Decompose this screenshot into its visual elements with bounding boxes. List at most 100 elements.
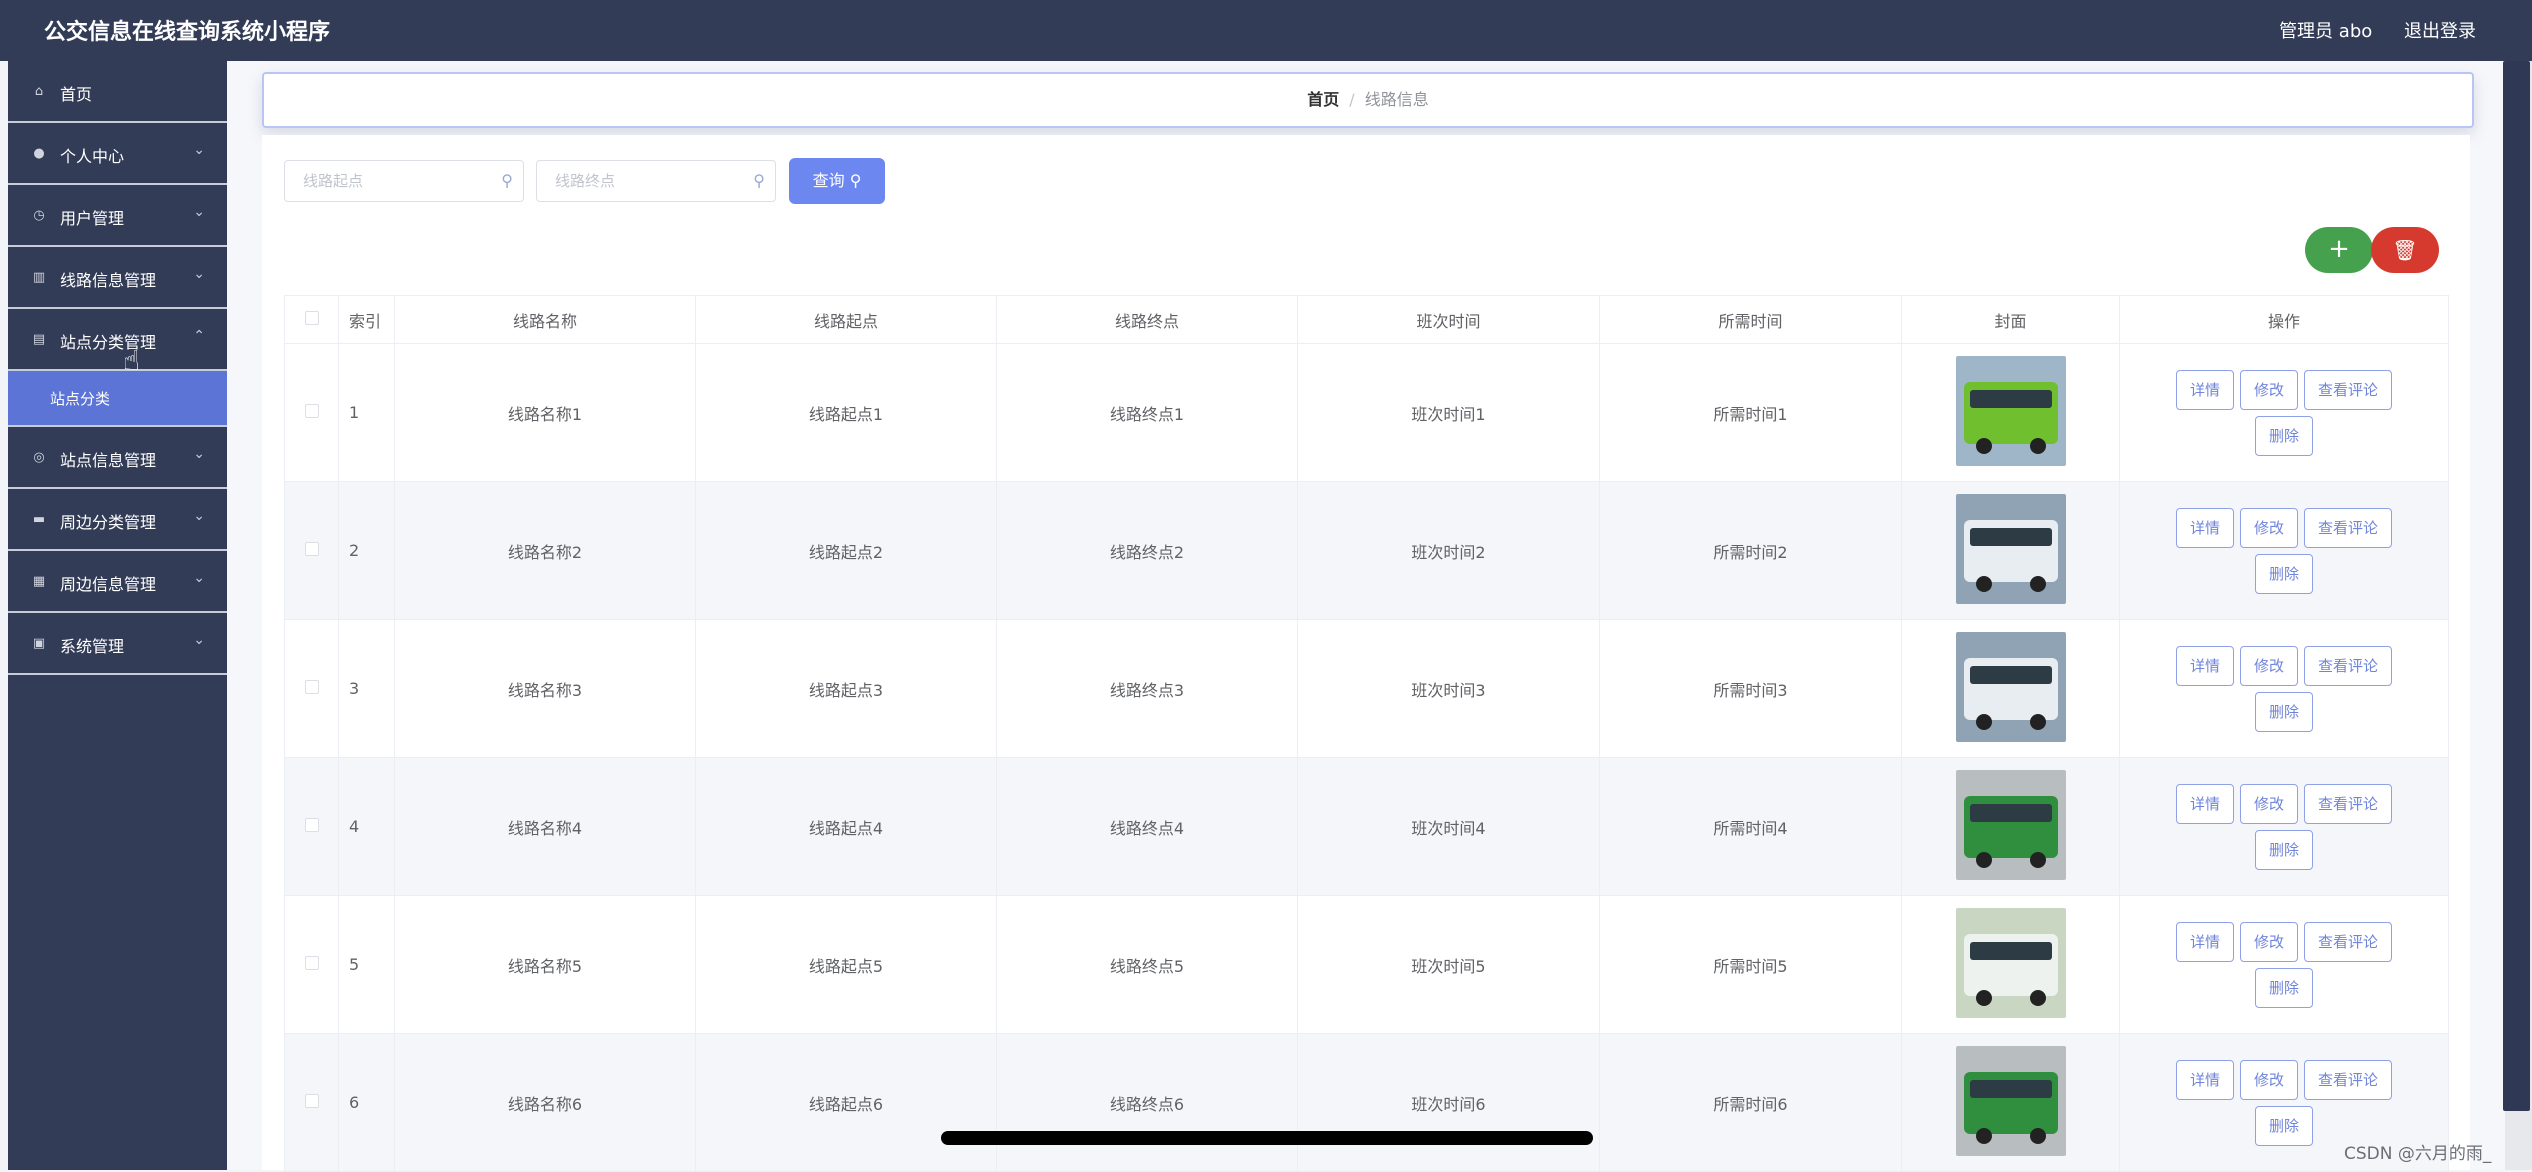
chevron-down-icon: ⌄ — [193, 266, 205, 282]
detail-button[interactable]: 详情 — [2175, 921, 2234, 962]
row-checkbox[interactable] — [284, 343, 339, 482]
cell-route-name: 线路名称6 — [394, 1033, 696, 1172]
route-start-search[interactable]: ⚲ — [284, 160, 524, 202]
user-icon: ● — [33, 146, 45, 161]
cell-route-end: 线路终点1 — [996, 343, 1298, 482]
cell-index: 4 — [338, 757, 395, 896]
cell-actions: 详情 修改 查看评论删除 — [2119, 895, 2449, 1034]
cell-actions: 详情 修改 查看评论删除 — [2119, 757, 2449, 896]
box-icon: ▬ — [32, 512, 46, 527]
cell-schedule: 班次时间3 — [1297, 619, 1600, 758]
cell-schedule: 班次时间4 — [1297, 757, 1600, 896]
sidebar-item-label: 周边分类管理 — [60, 513, 157, 532]
cell-route-name: 线路名称2 — [394, 481, 696, 620]
sidebar-item-nearby-info-management[interactable]: ▦ 周边信息管理 ⌄ — [8, 551, 227, 613]
sidebar-item-route-management[interactable]: ▥ 线路信息管理 ⌄ — [8, 247, 227, 309]
scrollbar-thumb[interactable] — [2503, 61, 2530, 1111]
bus-cover-image — [1955, 631, 2066, 742]
delete-button[interactable]: 删除 — [2254, 691, 2313, 732]
delete-button[interactable]: 删除 — [2254, 1105, 2313, 1146]
route-start-input[interactable] — [301, 161, 505, 201]
top-bar: 公交信息在线查询系统小程序 管理员 abo 退出登录 — [0, 0, 2532, 61]
table-row: 4 线路名称4 线路起点4 线路终点4 班次时间4 所需时间4 详情 修改 查看评论删除 — [284, 757, 2449, 896]
edit-button[interactable]: 修改 — [2239, 921, 2298, 962]
cell-route-end: 线路终点6 — [996, 1033, 1298, 1172]
sidebar-item-stop-info-management[interactable]: ◎ 站点信息管理 ⌄ — [8, 427, 227, 489]
batch-delete-button[interactable]: 🗑 — [2371, 227, 2439, 273]
edit-button[interactable]: 修改 — [2239, 369, 2298, 410]
row-checkbox[interactable] — [284, 895, 339, 1034]
detail-button[interactable]: 详情 — [2175, 645, 2234, 686]
sidebar-item-user-management[interactable]: ◷ 用户管理 ⌄ — [8, 185, 227, 247]
edit-button[interactable]: 修改 — [2239, 1059, 2298, 1100]
cell-schedule: 班次时间5 — [1297, 895, 1600, 1034]
route-end-input[interactable] — [553, 161, 757, 201]
row-checkbox[interactable] — [284, 481, 339, 620]
cell-index: 3 — [338, 619, 395, 758]
cell-route-name: 线路名称3 — [394, 619, 696, 758]
delete-button[interactable]: 删除 — [2254, 415, 2313, 456]
bus-cover-image — [1955, 355, 2066, 466]
row-checkbox[interactable] — [284, 757, 339, 896]
sidebar-item-personal-center[interactable]: ● 个人中心 ⌄ — [8, 123, 227, 185]
cell-duration: 所需时间6 — [1599, 1033, 1902, 1172]
chevron-down-icon: ⌄ — [193, 632, 205, 648]
delete-button[interactable]: 删除 — [2254, 967, 2313, 1008]
route-end-search[interactable]: ⚲ — [536, 160, 776, 202]
table-row: 5 线路名称5 线路起点5 线路终点5 班次时间5 所需时间5 详情 修改 查看评论删除 — [284, 895, 2449, 1034]
breadcrumb-current: 线路信息 — [1364, 90, 1429, 109]
row-checkbox[interactable] — [284, 1033, 339, 1172]
cell-index: 2 — [338, 481, 395, 620]
view-comments-button[interactable]: 查看评论 — [2304, 1059, 2393, 1100]
cell-duration: 所需时间5 — [1599, 895, 1902, 1034]
logout-link[interactable]: 退出登录 — [2404, 21, 2476, 42]
cell-cover — [1901, 895, 2120, 1034]
select-all-checkbox[interactable] — [284, 295, 339, 344]
row-checkbox[interactable] — [284, 619, 339, 758]
cell-actions: 详情 修改 查看评论删除 — [2119, 481, 2449, 620]
detail-button[interactable]: 详情 — [2175, 369, 2234, 410]
view-comments-button[interactable]: 查看评论 — [2304, 507, 2393, 548]
sidebar-item-system-management[interactable]: ▣ 系统管理 ⌄ — [8, 613, 227, 675]
top-right-area: 管理员 abo 退出登录 — [2253, 17, 2476, 43]
search-icon: ⚲ — [753, 171, 765, 190]
detail-button[interactable]: 详情 — [2175, 783, 2234, 824]
view-comments-button[interactable]: 查看评论 — [2304, 369, 2393, 410]
edit-button[interactable]: 修改 — [2239, 783, 2298, 824]
view-comments-button[interactable]: 查看评论 — [2304, 645, 2393, 686]
breadcrumb-home[interactable]: 首页 — [1307, 90, 1339, 109]
sidebar-item-label: 站点分类管理 — [60, 333, 157, 352]
header-cover: 封面 — [1901, 295, 2120, 344]
cell-cover — [1901, 757, 2120, 896]
delete-button[interactable]: 删除 — [2254, 829, 2313, 870]
header-actions: 操作 — [2119, 295, 2449, 344]
cell-actions: 详情 修改 查看评论删除 — [2119, 619, 2449, 758]
settings-icon: ▣ — [32, 636, 46, 651]
table-header-row: 索引 线路名称 线路起点 线路终点 班次时间 所需时间 封面 操作 — [284, 295, 2449, 344]
chevron-down-icon: ⌄ — [193, 508, 205, 524]
query-button[interactable]: 查询 ⚲ — [789, 158, 885, 204]
bus-cover-image — [1955, 769, 2066, 880]
view-comments-button[interactable]: 查看评论 — [2304, 783, 2393, 824]
submenu-item-stop-category[interactable]: 站点分类 — [8, 371, 227, 427]
sidebar-item-nearby-category-management[interactable]: ▬ 周边分类管理 ⌄ — [8, 489, 227, 551]
home-icon: ⌂ — [34, 84, 44, 99]
clipboard-icon: ▤ — [32, 332, 46, 347]
detail-button[interactable]: 详情 — [2175, 1059, 2234, 1100]
view-comments-button[interactable]: 查看评论 — [2304, 921, 2393, 962]
sidebar-item-home[interactable]: ⌂ 首页 — [8, 61, 227, 123]
edit-button[interactable]: 修改 — [2239, 645, 2298, 686]
chevron-up-icon: ⌃ — [193, 328, 205, 344]
header-duration: 所需时间 — [1599, 295, 1902, 344]
cell-route-end: 线路终点5 — [996, 895, 1298, 1034]
sidebar-item-label: 用户管理 — [60, 209, 125, 228]
cell-route-start: 线路起点2 — [695, 481, 997, 620]
detail-button[interactable]: 详情 — [2175, 507, 2234, 548]
cell-duration: 所需时间1 — [1599, 343, 1902, 482]
route-table: 索引 线路名称 线路起点 线路终点 班次时间 所需时间 封面 操作 1 线路名称1… — [284, 295, 2449, 1172]
sidebar-item-stop-category-management[interactable]: ▤ 站点分类管理 ⌃ — [8, 309, 227, 371]
add-button[interactable]: + — [2305, 227, 2373, 273]
cell-duration: 所需时间4 — [1599, 757, 1902, 896]
delete-button[interactable]: 删除 — [2254, 553, 2313, 594]
edit-button[interactable]: 修改 — [2239, 507, 2298, 548]
